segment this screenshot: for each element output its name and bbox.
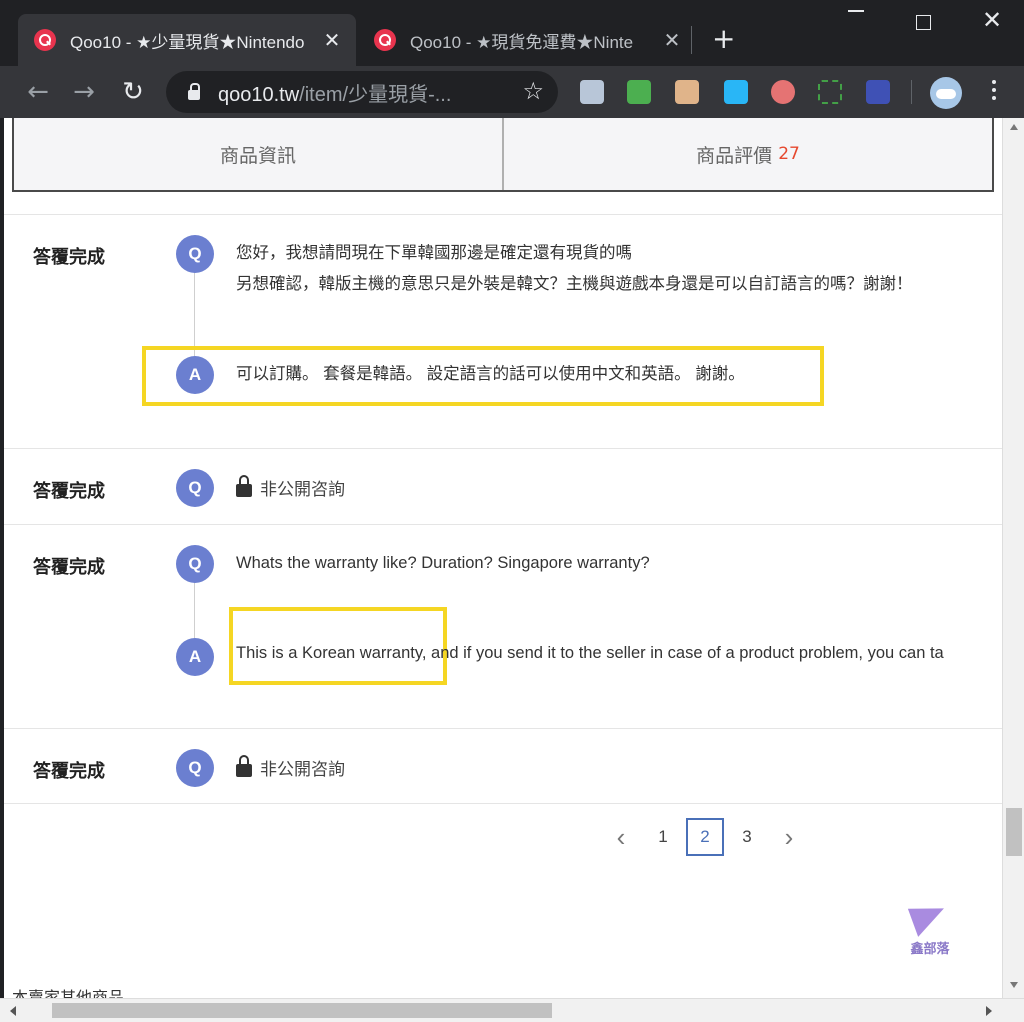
- extension-7-icon[interactable]: [866, 80, 890, 104]
- bookmark-star-icon[interactable]: ☆: [522, 77, 544, 105]
- tab-close-icon[interactable]: ✕: [662, 28, 682, 52]
- qa-item: 答覆完成 Q 非公開咨詢: [4, 448, 1002, 524]
- tab-product-info-label: 商品資訊: [219, 144, 296, 167]
- answer-text: This is a Korean warranty, and if you se…: [236, 644, 944, 662]
- page-2-current[interactable]: 2: [686, 818, 724, 856]
- qa-status: 答覆完成: [33, 247, 105, 268]
- vertical-scroll-thumb[interactable]: [1006, 808, 1022, 856]
- question-badge: Q: [176, 235, 214, 273]
- forward-button[interactable]: →: [66, 74, 102, 110]
- qa-status: 答覆完成: [33, 481, 105, 502]
- pagination: ‹ 1 2 3 ›: [602, 818, 812, 856]
- extension-2-icon[interactable]: [627, 80, 651, 104]
- other-products-heading: 本賣家其他商品: [12, 988, 125, 998]
- profile-avatar[interactable]: [930, 77, 962, 109]
- title-bar: Qoo10 - ★少量現貨★Nintendo ✕ Qoo10 - ★現貨免運費★…: [0, 0, 1024, 66]
- private-inquiry-label: 非公開咨詢: [260, 480, 345, 500]
- question-line-2: 另想確認，韓版主機的意思只是外裝是韓文？主機與遊戲本身還是可以自訂語言的嗎？謝謝…: [236, 275, 913, 293]
- browser-menu-icon[interactable]: [986, 76, 1002, 108]
- url-host: qoo10.tw: [218, 83, 300, 106]
- question-badge: Q: [176, 545, 214, 583]
- tab-separator: [691, 26, 692, 54]
- extension-1-icon[interactable]: [580, 80, 604, 104]
- private-inquiry-label: 非公開咨詢: [260, 760, 345, 780]
- close-window-icon[interactable]: ✕: [982, 6, 1002, 34]
- lock-icon[interactable]: [188, 83, 200, 100]
- lock-icon: [236, 755, 252, 777]
- lock-icon: [236, 475, 252, 497]
- reviews-count: 27: [778, 144, 800, 164]
- url-path: /item/少量現貨-...: [299, 83, 452, 106]
- tab-product-info[interactable]: 商品資訊: [14, 118, 502, 190]
- scroll-down-icon[interactable]: [1010, 982, 1018, 988]
- extension-3-icon[interactable]: [675, 80, 699, 104]
- paper-plane-logo-icon: [908, 898, 952, 934]
- question-line-1: 您好，我想請問現在下單韓國那邊是確定還有現貨的嗎: [236, 244, 632, 262]
- address-bar[interactable]: qoo10.tw/item/少量現貨-... ☆: [166, 71, 558, 113]
- page-3-link[interactable]: 3: [728, 818, 766, 856]
- tab-title: Qoo10 - ★現貨免運費★Ninte: [410, 32, 634, 52]
- next-page-button[interactable]: ›: [770, 818, 808, 856]
- private-inquiry[interactable]: 非公開咨詢: [236, 755, 345, 780]
- qa-status: 答覆完成: [33, 557, 105, 578]
- question-text: Whats the warranty like? Duration? Singa…: [236, 554, 650, 572]
- prev-page-button[interactable]: ‹: [602, 818, 640, 856]
- browser-toolbar: ← → ↻ qoo10.tw/item/少量現貨-... ☆: [0, 66, 1024, 118]
- qa-item: 答覆完成 Q 您好，我想請問現在下單韓國那邊是確定還有現貨的嗎 另想確認，韓版主…: [4, 214, 1002, 448]
- qa-item: 答覆完成 Q Whats the warranty like? Duration…: [4, 524, 1002, 728]
- tab-close-icon[interactable]: ✕: [322, 28, 342, 52]
- page-content: 商品資訊 商品評價 27 答覆完成 Q 您好，我想請問現在下單韓國那邊是確定還有現…: [4, 118, 1002, 998]
- answer-text: 可以訂購。 套餐是韓語。 設定語言的話可以使用中文和英語。 謝謝。: [236, 365, 745, 383]
- watermark-text: 鑫部落: [910, 942, 950, 957]
- tab-product-reviews-label: 商品評價: [696, 144, 773, 167]
- new-tab-button[interactable]: +: [712, 24, 735, 54]
- answer-badge: A: [176, 638, 214, 676]
- question-badge: Q: [176, 469, 214, 507]
- page-1-link[interactable]: 1: [644, 818, 682, 856]
- question-badge: Q: [176, 749, 214, 787]
- product-tabs: 商品資訊 商品評價 27: [12, 118, 994, 192]
- tab-product-reviews[interactable]: 商品評價 27: [502, 118, 992, 190]
- scroll-up-icon[interactable]: [1010, 124, 1018, 130]
- qoo10-favicon-icon: [374, 29, 396, 51]
- tab-active[interactable]: Qoo10 - ★少量現貨★Nintendo ✕: [18, 14, 356, 66]
- scroll-left-icon[interactable]: [10, 1006, 16, 1016]
- horizontal-scroll-thumb[interactable]: [52, 1003, 552, 1018]
- browser-window: Qoo10 - ★少量現貨★Nintendo ✕ Qoo10 - ★現貨免運費★…: [0, 0, 1024, 1022]
- extension-6-icon[interactable]: [818, 80, 842, 104]
- qoo10-favicon-icon: [34, 29, 56, 51]
- qa-status: 答覆完成: [33, 761, 105, 782]
- qa-item: 答覆完成 Q 非公開咨詢: [4, 728, 1002, 804]
- watermark: 鑫部落: [900, 898, 960, 957]
- horizontal-scrollbar[interactable]: [0, 998, 1024, 1022]
- reload-button[interactable]: ↻: [115, 74, 151, 110]
- toolbar-separator: [911, 80, 912, 104]
- url-text[interactable]: qoo10.tw/item/少量現貨-...: [218, 78, 451, 107]
- question-text: 您好，我想請問現在下單韓國那邊是確定還有現貨的嗎 另想確認，韓版主機的意思只是外…: [236, 238, 913, 300]
- answer-badge: A: [176, 356, 214, 394]
- extension-4-icon[interactable]: [724, 80, 748, 104]
- private-inquiry[interactable]: 非公開咨詢: [236, 475, 345, 500]
- scroll-right-icon[interactable]: [986, 1006, 992, 1016]
- tab-title: Qoo10 - ★少量現貨★Nintendo: [70, 32, 305, 52]
- tab-inactive[interactable]: Qoo10 - ★現貨免運費★Ninte ✕: [358, 14, 688, 66]
- extension-5-icon[interactable]: [771, 80, 795, 104]
- back-button[interactable]: ←: [20, 74, 56, 110]
- minimize-icon[interactable]: [848, 10, 864, 12]
- vertical-scrollbar[interactable]: [1002, 118, 1024, 998]
- maximize-icon[interactable]: [916, 15, 931, 30]
